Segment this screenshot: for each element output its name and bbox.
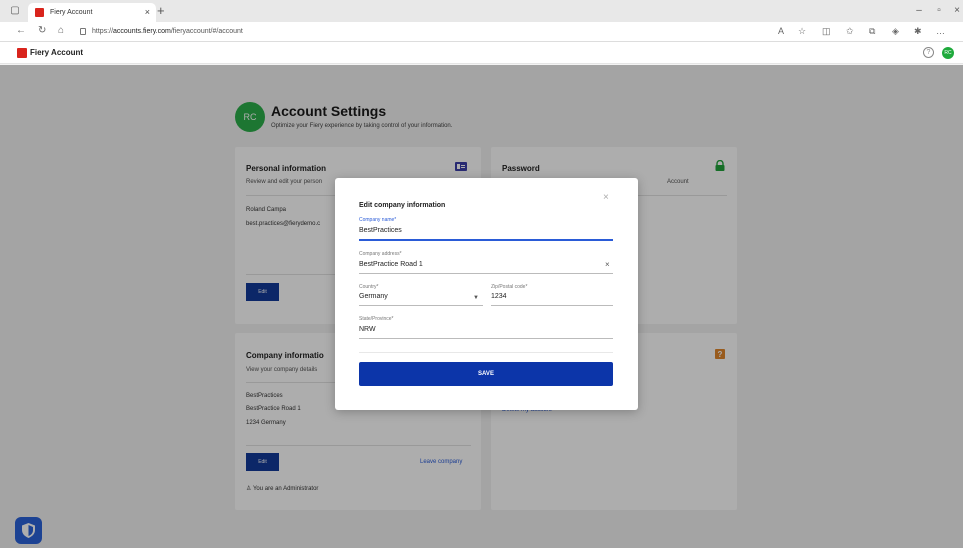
extensions-icon[interactable]: ✱ (914, 26, 922, 37)
company-name-label: Company name* (359, 217, 397, 223)
country-underline (359, 305, 483, 306)
tab-title: Fiery Account (50, 9, 93, 16)
url-host: accounts.fiery.com (113, 28, 171, 35)
window-close-icon[interactable]: × (950, 4, 963, 18)
browser-tab[interactable]: Fiery Account × (28, 3, 156, 22)
url-prefix: https:// (92, 28, 114, 35)
favorites-icon[interactable]: ✩ (846, 26, 854, 37)
browser-tab-bar: ▢ Fiery Account × + – ▫ × (0, 0, 963, 22)
state-label: State/Province* (359, 316, 394, 322)
country-label: Country* (359, 284, 379, 290)
fiery-favicon-icon (35, 8, 44, 17)
lock-icon (80, 27, 86, 35)
user-avatar[interactable]: RC (942, 47, 954, 59)
favorite-star-icon[interactable]: ☆ (798, 26, 806, 37)
zip-input[interactable]: 1234 (491, 293, 507, 300)
help-icon[interactable]: ? (923, 47, 934, 58)
refresh-icon[interactable]: ↻ (38, 25, 46, 36)
modal-title: Edit company information (359, 202, 446, 209)
modal-divider (359, 352, 613, 353)
country-select[interactable]: Germany (359, 293, 388, 300)
company-name-input[interactable]: BestPractices (359, 227, 402, 234)
company-address-underline (359, 273, 613, 274)
shopping-icon[interactable]: ◈ (892, 26, 899, 37)
collections-icon[interactable]: ⧉ (869, 26, 875, 37)
edit-company-modal: × Edit company information Company name*… (335, 178, 638, 410)
brand-name: Fiery Account (30, 48, 84, 57)
more-menu-icon[interactable]: … (936, 26, 945, 36)
clear-address-icon[interactable]: × (605, 260, 610, 269)
app-header: Fiery Account ? RC (0, 42, 963, 64)
company-name-underline (359, 239, 613, 241)
state-underline (359, 338, 613, 339)
modal-close-icon[interactable]: × (603, 192, 609, 203)
tab-close-icon[interactable]: × (145, 3, 150, 22)
chevron-down-icon[interactable]: ▼ (473, 295, 479, 301)
read-aloud-icon[interactable]: A (778, 26, 784, 36)
company-address-input[interactable]: BestPractice Road 1 (359, 261, 423, 268)
restore-icon[interactable]: ▫ (932, 4, 946, 18)
split-screen-icon[interactable]: ◫ (822, 26, 831, 37)
url-path: /fieryaccount/#/account (170, 28, 243, 35)
new-tab-icon[interactable]: + (157, 3, 165, 18)
fiery-logo-icon (17, 48, 27, 58)
back-icon[interactable]: ← (16, 25, 26, 36)
zip-label: Zip/Postal code* (491, 284, 528, 290)
tab-actions-icon[interactable]: ▢ (8, 4, 22, 18)
address-bar: ← ↻ ⌂ https://accounts.fiery.com/fieryac… (0, 22, 963, 42)
minimize-icon[interactable]: – (912, 4, 926, 18)
company-address-label: Company address* (359, 251, 402, 257)
state-input[interactable]: NRW (359, 326, 376, 333)
url-field[interactable]: https://accounts.fiery.com/fieryaccount/… (80, 24, 760, 40)
home-icon[interactable]: ⌂ (58, 25, 64, 36)
save-button[interactable]: SAVE (359, 362, 613, 386)
zip-underline (491, 305, 613, 306)
